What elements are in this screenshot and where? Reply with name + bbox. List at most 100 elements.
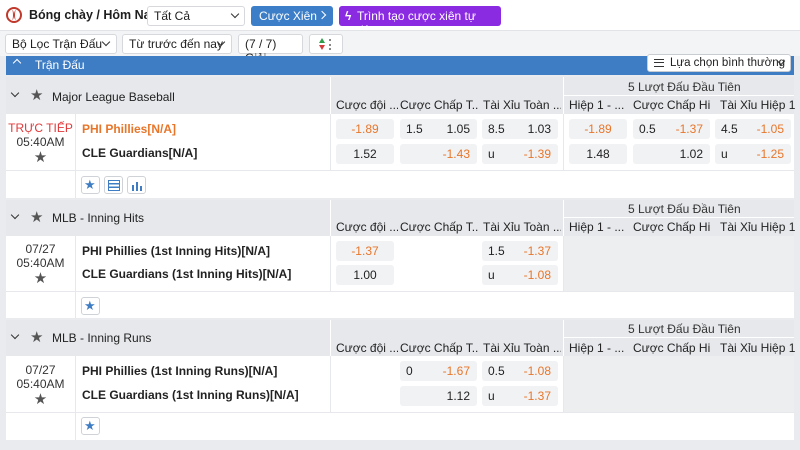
odds-value: -1.05 [756,122,784,136]
column-header: Cược Chấp Hi... [633,98,711,112]
column-header: Tài Xỉu Toàn ... [483,341,561,355]
odds-view-label: Lựa chọn bình thường [670,57,786,69]
match-time: 05:40AM [16,377,65,391]
odds-cell[interactable]: 1.00 [336,265,394,285]
league-name: MLB - Inning Runs [52,331,152,345]
league-count-button[interactable]: (7 / 7) Giải [238,34,303,65]
odds-value: 1.03 [527,122,551,136]
sort-toggle-button[interactable] [309,34,343,54]
star-icon[interactable]: ★ [34,392,47,407]
odds-value: -1.37 [351,244,379,258]
dots-icon [329,39,333,50]
odds-value: 1.00 [353,268,377,282]
match-time-cell: 07/27 05:40AM ★ [6,236,76,318]
column-header: Tài Xỉu Hiệp 1 [720,341,796,355]
auto-parlay-button[interactable]: ϟ Trình tạo cược xiên tự động [339,6,501,37]
odds-cell[interactable]: u -1.39 [482,144,558,164]
odds-line: u [488,147,495,161]
star-icon[interactable]: ★ [30,88,43,103]
odds-view-select[interactable]: Lựa chọn bình thường [647,54,791,72]
column-header: Hiệp 1 - ... [569,220,625,234]
away-team: CLE Guardians (1st Inning Hits)[N/A] [82,267,292,281]
odds-cell[interactable]: 0 -1.67 [400,361,477,381]
scoreboard-icon [108,180,120,191]
odds-line: u [721,147,728,161]
first5-empty-area [564,236,794,291]
odds-cell[interactable]: u -1.25 [715,144,791,164]
odds-cell[interactable]: 1.12 [400,386,477,406]
page-title: Bóng chày / Hôm Nay [29,8,158,22]
star-icon[interactable]: ★ [30,210,43,225]
home-team: PHI Phillies (1st Inning Runs)[N/A] [82,364,278,378]
star-icon[interactable]: ★ [34,271,47,286]
column-header: Hiệp 1 - ... [569,341,625,355]
sport-filter-select[interactable]: Tất Cả [147,6,245,26]
chevron-down-icon[interactable] [10,330,20,340]
odds-cell[interactable]: u -1.37 [482,386,558,406]
match-date: 07/27 [25,242,56,256]
parlay-button[interactable]: Cược Xiên [251,6,333,26]
column-header: Tài Xỉu Hiệp 1 [720,98,796,112]
chevron-down-icon [101,37,111,47]
match-time: 05:40AM [16,135,65,149]
odds-cell[interactable]: -1.43 [400,144,477,164]
odds-cell[interactable]: 1.52 [336,144,394,164]
home-team: PHI Phillies[N/A] [82,122,177,136]
odds-value: -1.89 [351,122,379,136]
odds-cell[interactable]: -1.89 [336,119,394,139]
match-time: 05:40AM [16,256,65,270]
star-icon[interactable]: ★ [30,330,43,345]
odds-value: 1.48 [586,147,610,161]
odds-cell[interactable]: u -1.08 [482,265,558,285]
odds-line: 1.5 [488,244,505,258]
favorite-button[interactable]: ★ [81,176,100,194]
chevron-down-icon[interactable] [10,210,20,220]
chevron-down-icon [230,9,240,19]
odds-value: 1.02 [679,147,703,161]
home-team: PHI Phillies (1st Inning Hits)[N/A] [82,244,271,258]
top-bar: Bóng chày / Hôm Nay Tất Cả Cược Xiên ϟ T… [0,0,800,37]
odds-value: -1.37 [523,244,551,258]
parlay-button-label: Cược Xiên [259,9,317,23]
sort-order-select[interactable]: Từ trước đến nay [122,34,232,54]
odds-value: -1.08 [523,364,551,378]
odds-value: -1.39 [523,147,551,161]
odds-cell[interactable]: 0.5 -1.08 [482,361,558,381]
match-time-cell: 07/27 05:40AM ★ [6,356,76,440]
chevron-up-icon[interactable] [12,58,22,68]
odds-cell[interactable]: 1.5 -1.37 [482,241,558,261]
odds-cell[interactable]: 1.48 [569,144,627,164]
odds-cell[interactable]: -1.89 [569,119,627,139]
first5-empty-area [564,356,794,412]
star-icon[interactable]: ★ [34,150,47,165]
odds-value: -1.08 [523,268,551,282]
odds-line: u [488,268,495,282]
favorite-button[interactable]: ★ [81,417,100,435]
favorite-button[interactable]: ★ [81,297,100,315]
stats-button[interactable] [127,176,146,194]
match-date: 07/27 [25,363,56,377]
odds-cell[interactable]: 1.02 [633,144,710,164]
column-header: Hiệp 1 - ... [569,98,625,112]
odds-value: -1.67 [442,364,470,378]
chevron-down-icon[interactable] [10,88,20,98]
match-filter-select[interactable]: Bộ Lọc Trận Đấu [5,34,117,54]
star-icon: ★ [84,418,96,433]
column-header: Cược Chấp Hi... [633,341,711,355]
live-status: TRỰC TIẾP [8,121,73,135]
star-icon: ★ [84,177,96,192]
odds-cell[interactable]: 1.5 1.05 [400,119,477,139]
column-header: Cược Chấp T... [400,220,478,234]
odds-cell[interactable]: 4.5 -1.05 [715,119,791,139]
odds-cell[interactable]: 8.5 1.03 [482,119,558,139]
odds-cell[interactable]: -1.37 [336,241,394,261]
odds-value: -1.37 [523,389,551,403]
filter-lines-icon [654,59,664,67]
odds-line: 0.5 [488,364,505,378]
first5-label: 5 Lượt Đấu Đầu Tiên [628,322,741,336]
odds-line: 4.5 [721,122,738,136]
bar-chart-icon [132,182,142,191]
scoreboard-button[interactable] [104,176,123,194]
league-name: Major League Baseball [52,90,175,104]
odds-cell[interactable]: 0.5 -1.37 [633,119,710,139]
